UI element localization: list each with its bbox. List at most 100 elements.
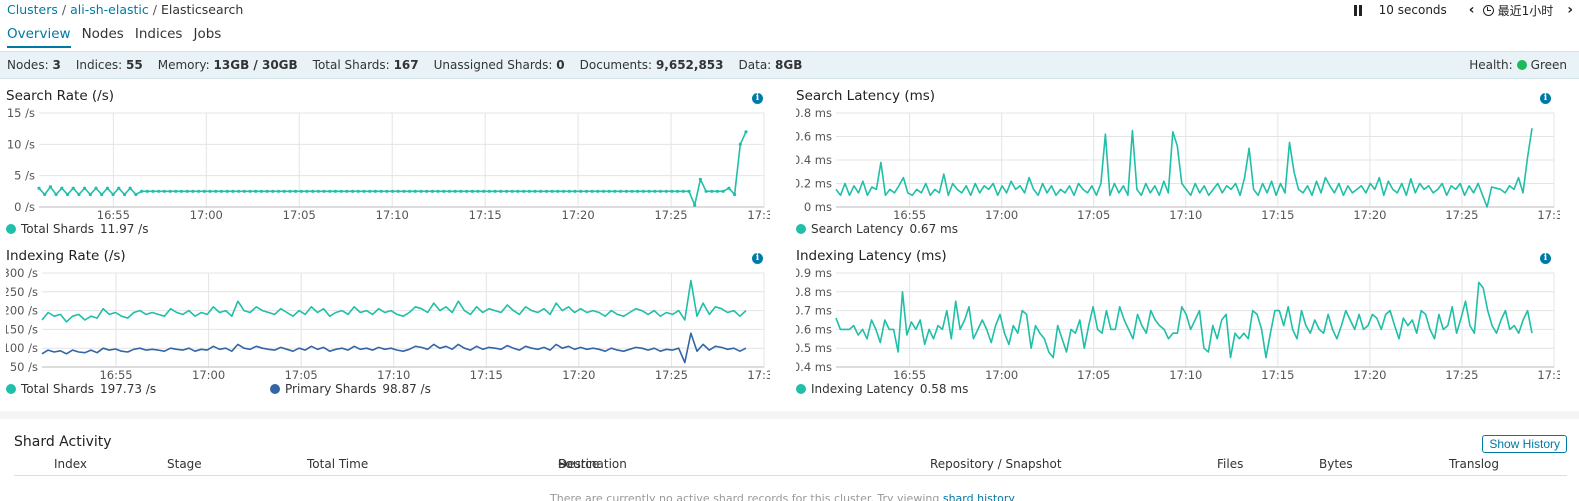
shard-history-link[interactable]: shard history (943, 492, 1015, 501)
data-point (402, 189, 406, 193)
x-tick-label: 17:05 (1077, 208, 1110, 220)
x-tick-label: 17:20 (562, 368, 595, 380)
data-point (351, 189, 355, 193)
search-rate-chart: 0 /s 5 /s 10 /s 15 /s 16:55 17:00 17:05 17:10 17… (7, 106, 770, 220)
legend-item[interactable]: Indexing Latency 0.58 ms (796, 382, 968, 396)
x-tick-label: 17:20 (562, 208, 595, 220)
chart-legend: Total Shards 197.73 /s Primary Shards 98.8… (6, 382, 431, 396)
data-point (128, 186, 132, 190)
data-point (584, 189, 589, 193)
data-point (482, 189, 486, 193)
data-point (624, 189, 628, 193)
info-icon[interactable]: i (752, 93, 763, 104)
tab-nodes[interactable]: Nodes (82, 26, 124, 48)
legend-item[interactable]: Total Shards 11.97 /s (6, 222, 148, 236)
data-point (157, 189, 161, 193)
x-tick-label: 17:00 (985, 368, 1018, 380)
top-bar: Clusters / ali-sh-elastic / Elasticsearch 10… (0, 0, 1579, 22)
x-tick-label: 17:10 (1169, 368, 1202, 380)
info-icon[interactable]: i (752, 253, 763, 264)
data-point (77, 192, 81, 197)
data-point (493, 189, 497, 193)
indexing-rate-chart: 50 /s 100 /s 150 /s 200 /s 250 /s 300 /s 16:55… (6, 266, 770, 380)
data-point (356, 189, 360, 193)
health-value: Green (1530, 58, 1567, 72)
data-point (168, 189, 172, 193)
data-point (658, 189, 663, 193)
data-point (704, 189, 708, 193)
data-point (470, 189, 474, 193)
breadcrumb-current: Elasticsearch (160, 2, 244, 17)
search-latency-panel: Search Latency (ms) i 0 ms 0.2 ms 0.4 ms 0.… (796, 88, 1560, 238)
data-point (140, 189, 144, 193)
stat-indices: Indices: 55 (75, 58, 143, 72)
data-point (322, 189, 326, 193)
data-point (362, 189, 366, 193)
time-controls: 10 seconds ‹ 最近1小时 › (1353, 1, 1573, 19)
legend-item[interactable]: Primary Shards 98.87 /s (270, 382, 431, 396)
shard-activity-title: Shard Activity (14, 434, 112, 450)
column-header-total-time[interactable]: Total Time (307, 457, 368, 471)
data-point (442, 189, 446, 193)
data-point (504, 189, 509, 193)
column-header-bytes[interactable]: Bytes (1319, 457, 1353, 471)
refresh-interval[interactable]: 10 seconds (1379, 3, 1447, 17)
data-point (676, 189, 680, 193)
legend-item[interactable]: Total Shards 197.73 /s (6, 382, 270, 396)
data-point (379, 189, 383, 193)
data-point (333, 189, 338, 193)
breadcrumb-cluster[interactable]: ali-sh-elastic (70, 2, 149, 17)
breadcrumb-separator: / (152, 2, 157, 17)
data-point (179, 189, 184, 193)
chevron-right-icon[interactable]: › (1567, 3, 1573, 17)
data-point (271, 189, 275, 193)
data-point (88, 192, 92, 197)
data-point (214, 189, 218, 193)
data-point (339, 189, 343, 193)
data-point (527, 189, 531, 193)
data-point (105, 186, 109, 190)
data-point (122, 192, 127, 197)
breadcrumb-clusters[interactable]: Clusters (7, 2, 58, 17)
pause-icon[interactable] (1353, 4, 1363, 16)
info-icon[interactable]: i (1540, 93, 1551, 104)
x-tick-label: 17:10 (377, 368, 410, 380)
data-point (373, 189, 377, 193)
tab-indices[interactable]: Indices (135, 26, 183, 48)
legend-item[interactable]: Search Latency 0.67 ms (796, 222, 958, 236)
column-header-translog[interactable]: Translog (1449, 457, 1499, 471)
search-rate-panel: Search Rate (/s) i 0 /s 5 /s 10 /s 15 /s 16:… (6, 88, 770, 238)
data-point (276, 189, 281, 193)
time-range-picker[interactable]: 最近1小时 (1498, 2, 1554, 19)
tab-jobs[interactable]: Jobs (193, 26, 221, 48)
legend-dot-icon (796, 384, 806, 394)
data-point (601, 189, 606, 193)
chevron-left-icon[interactable]: ‹ (1469, 3, 1475, 17)
data-point (254, 189, 258, 193)
chart-legend: Search Latency 0.67 ms (796, 222, 958, 236)
y-tick-label: 0.4 ms (796, 153, 832, 167)
x-tick-label: 17:15 (469, 208, 502, 220)
data-point (231, 189, 235, 193)
y-tick-label: 5 /s (14, 169, 35, 183)
column-header-repository-snapshot[interactable]: Repository / Snapshot (930, 457, 1062, 471)
y-tick-label: 0.7 ms (796, 304, 832, 318)
y-tick-label: 150 /s (6, 322, 38, 336)
show-history-button[interactable]: Show History (1482, 435, 1567, 453)
series-line-indexing-latency (835, 281, 1533, 359)
column-header-stage[interactable]: Stage (167, 457, 202, 471)
data-point (288, 189, 292, 193)
data-point (43, 192, 47, 197)
legend-dot-icon (796, 224, 806, 234)
info-icon[interactable]: i (1540, 253, 1551, 264)
data-point (174, 189, 178, 193)
data-point (185, 189, 189, 193)
data-point (396, 189, 400, 193)
x-tick-label: 16:55 (893, 368, 926, 380)
tab-overview[interactable]: Overview (7, 26, 71, 48)
data-point (237, 189, 241, 193)
data-point (60, 186, 64, 190)
column-header-files[interactable]: Files (1217, 457, 1243, 471)
data-point (408, 189, 412, 193)
column-header-index[interactable]: Index (54, 457, 87, 471)
